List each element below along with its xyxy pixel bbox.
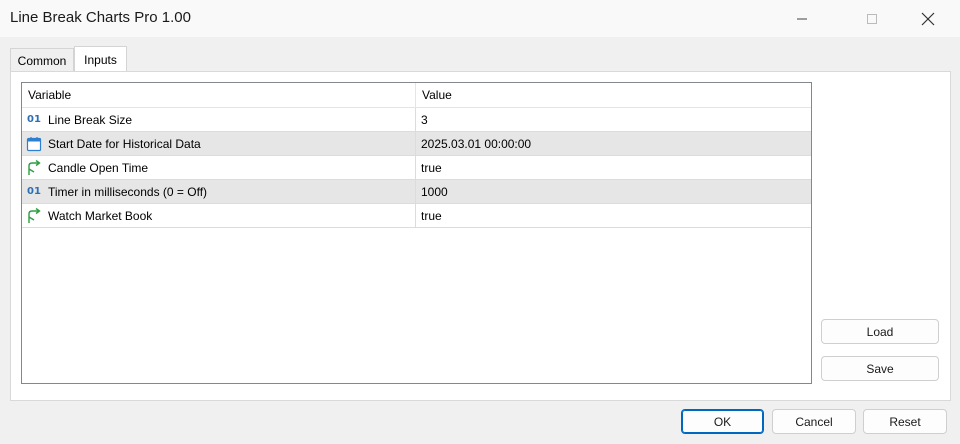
boolean-arrow-icon: [26, 208, 42, 224]
numeric-icon: 01: [27, 114, 41, 125]
variable-name: Line Break Size: [48, 113, 133, 127]
variable-cell: 01 Line Break Size: [22, 108, 416, 132]
close-button[interactable]: [905, 0, 951, 37]
value-cell[interactable]: 3: [416, 108, 811, 132]
variable-name: Watch Market Book: [48, 209, 153, 223]
tab-inputs[interactable]: Inputs: [74, 46, 127, 73]
title-bar: Line Break Charts Pro 1.00: [0, 0, 960, 37]
value-cell[interactable]: true: [416, 156, 811, 180]
tab-common[interactable]: Common: [10, 48, 74, 72]
variable-cell: Watch Market Book: [22, 204, 416, 228]
maximize-icon: [867, 13, 877, 24]
table-row[interactable]: 01 Line Break Size 3: [22, 108, 811, 132]
window-title: Line Break Charts Pro 1.00: [10, 9, 191, 26]
maximize-button[interactable]: [849, 0, 895, 37]
close-icon: [921, 12, 935, 25]
reset-button[interactable]: Reset: [863, 409, 947, 434]
table-row[interactable]: 01 Timer in milliseconds (0 = Off) 1000: [22, 180, 811, 204]
load-button[interactable]: Load: [821, 319, 939, 344]
save-button[interactable]: Save: [821, 356, 939, 381]
variable-name: Candle Open Time: [48, 161, 149, 175]
column-header-variable[interactable]: Variable: [22, 83, 416, 108]
tab-bar: Common Inputs: [0, 37, 960, 73]
variable-cell: Start Date for Historical Data: [22, 132, 416, 156]
minimize-icon: [797, 18, 807, 19]
value-cell[interactable]: 1000: [416, 180, 811, 204]
ok-button[interactable]: OK: [681, 409, 764, 434]
value-cell[interactable]: 2025.03.01 00:00:00: [416, 132, 811, 156]
variable-cell: Candle Open Time: [22, 156, 416, 180]
variable-cell: 01 Timer in milliseconds (0 = Off): [22, 180, 416, 204]
inputs-grid: Variable Value 01 Line Break Size 3 Star…: [21, 82, 812, 384]
boolean-arrow-icon: [26, 160, 42, 176]
calendar-icon: [26, 136, 42, 152]
variable-name: Start Date for Historical Data: [48, 137, 201, 151]
table-row[interactable]: Start Date for Historical Data 2025.03.0…: [22, 132, 811, 156]
table-row[interactable]: Candle Open Time true: [22, 156, 811, 180]
column-header-value[interactable]: Value: [416, 83, 811, 108]
cancel-button[interactable]: Cancel: [772, 409, 856, 434]
value-cell[interactable]: true: [416, 204, 811, 228]
grid-header: Variable Value: [22, 83, 811, 108]
table-row[interactable]: Watch Market Book true: [22, 204, 811, 228]
numeric-icon: 01: [27, 186, 41, 197]
variable-name: Timer in milliseconds (0 = Off): [48, 185, 208, 199]
minimize-button[interactable]: [779, 0, 825, 37]
